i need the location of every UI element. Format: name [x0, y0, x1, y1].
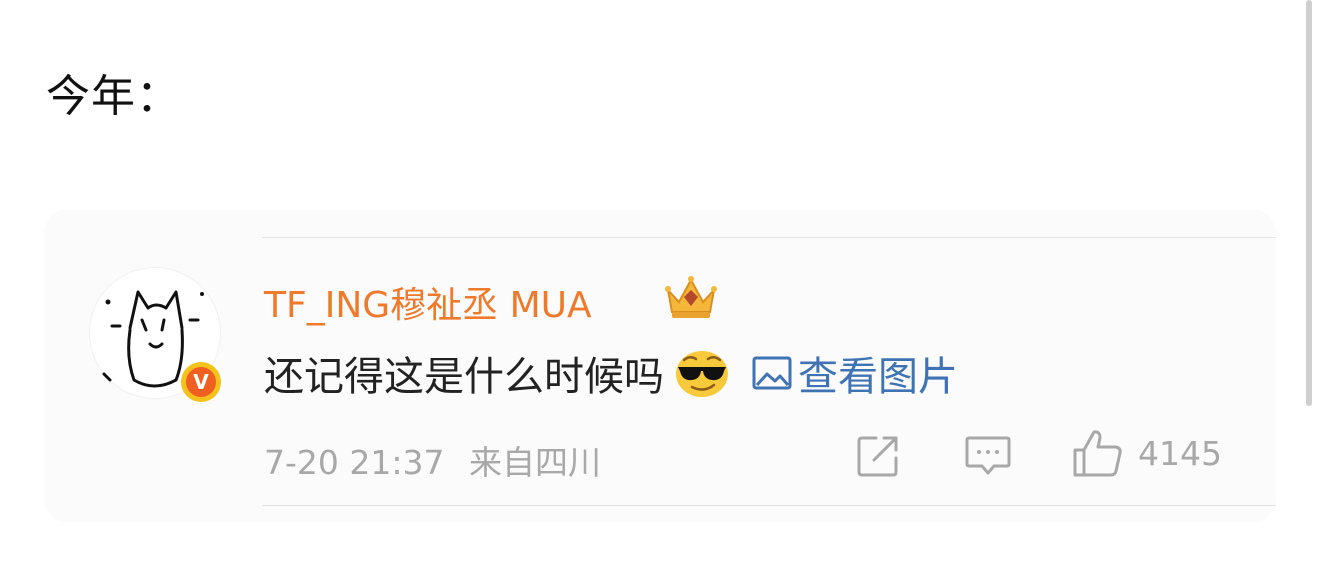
comment-text: 还记得这是什么时候吗: [264, 354, 664, 400]
crown-icon: [665, 276, 717, 318]
verified-badge-letter: V: [186, 367, 216, 397]
share-button[interactable]: [856, 434, 900, 478]
divider: [262, 237, 1276, 238]
like-count: 4145: [1138, 433, 1222, 473]
post-heading: 今年：: [46, 71, 181, 122]
picture-icon: [752, 356, 792, 390]
sunglasses-emoji-icon: [676, 351, 728, 397]
divider: [262, 505, 1276, 506]
scrollbar[interactable]: [1306, 0, 1312, 406]
like-button[interactable]: 4145: [1072, 428, 1222, 478]
comment-button[interactable]: [964, 434, 1012, 478]
verified-badge-icon: V: [181, 362, 221, 402]
comment-meta: 7-20 21:37 来自四川: [264, 436, 601, 484]
comment-body: 还记得这是什么时候吗 查看图片: [264, 346, 958, 400]
view-image-label: 查看图片: [798, 354, 958, 400]
comment-time: 7-20 21:37: [264, 443, 445, 482]
username-link[interactable]: TF_ING穆祉丞 MUA: [264, 276, 592, 328]
thumbs-up-icon: [1073, 430, 1122, 477]
view-image-link[interactable]: 查看图片: [752, 344, 958, 402]
share-icon: [857, 436, 898, 477]
comment-icon: [965, 436, 1011, 475]
comment-location: 来自四川: [469, 443, 601, 482]
